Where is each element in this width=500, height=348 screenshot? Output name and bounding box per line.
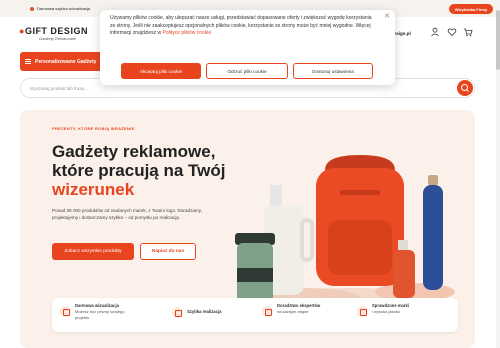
cookie-settings-button[interactable]: Dostosuj ustawienia <box>293 63 373 79</box>
partner-button[interactable]: Wizytówka Firmy <box>449 4 493 14</box>
cookie-message: Używamy plików cookie, aby ulepszać nasz… <box>110 15 372 36</box>
free-visualization-note: Darmowa szybka wizualizacja <box>30 6 90 11</box>
feature-item: Szybka realizacja <box>172 307 222 318</box>
logo-text: GIFT DESIGN <box>24 26 88 36</box>
feature-desc: na każdym etapie <box>277 309 309 314</box>
cookie-settings-label: Dostosuj ustawienia <box>312 68 354 74</box>
visualization-icon <box>60 306 71 317</box>
hero-title-line1: Gadżety reklamowe, <box>52 142 216 161</box>
hero-title-accent: wizerunek <box>52 180 135 199</box>
reject-cookies-label: Odrzuć pliki cookie <box>227 68 267 74</box>
green-cup-image <box>235 233 275 303</box>
feature-title: Szybka realizacja <box>187 309 222 314</box>
logo[interactable]: ●GIFT DESIGN Gadżety Reklamowe <box>19 26 88 41</box>
advisor-icon <box>262 306 273 317</box>
heart-icon[interactable] <box>447 27 457 37</box>
cookie-text: Używamy plików cookie, aby ulepszać nasz… <box>110 15 375 38</box>
contact-us-button[interactable]: Napisz do nas <box>140 243 196 260</box>
hero-title-line2: które pracują na Twój <box>52 161 226 180</box>
categories-button[interactable]: Personalizowane Gadżety <box>20 52 102 71</box>
feature-item: Doradztwo ekspertów na każdym etapie <box>262 303 320 317</box>
blue-bottle-image <box>423 175 443 290</box>
hero-description: Ponad 35 000 produktów od zaufanych mare… <box>52 208 202 220</box>
feature-title: Sprawdzone marki <box>372 303 410 308</box>
logo-tagline: Gadżety Reklamowe <box>39 36 76 41</box>
hero-products-image <box>235 155 455 310</box>
free-visualization-text: Darmowa szybka wizualizacja <box>37 6 91 11</box>
feature-item: Darmowa wizualizacja Możesz być pewny sw… <box>60 303 125 320</box>
brands-icon <box>357 306 368 317</box>
feature-desc: i wysoka jakość <box>372 309 400 314</box>
hero-title: Gadżety reklamowe, które pracują na Twój… <box>52 142 242 199</box>
feature-item: Sprawdzone marki i wysoka jakość <box>357 303 409 317</box>
cookie-banner: Używamy plików cookie, aby ulepszać nasz… <box>100 10 395 85</box>
user-icon[interactable] <box>430 27 440 37</box>
close-icon[interactable]: ✕ <box>383 13 391 21</box>
view-all-products-button[interactable]: Zobacz wszystkie produkty <box>52 243 134 260</box>
hero-kicker: PREZENTY, KTÓRE ROBIĄ WRAŻENIE <box>52 126 135 131</box>
feature-desc: Możesz być pewny swojego projektu <box>75 309 125 320</box>
scrollbar-thumb[interactable] <box>496 10 500 70</box>
cookie-policy-link[interactable]: Polityce plików cookie <box>163 30 212 36</box>
feature-title: Darmowa wizualizacja <box>75 303 119 308</box>
search-placeholder: Wyszukaj produkt lub frazę... <box>30 85 88 91</box>
view-all-products-label: Zobacz wszystkie produkty <box>64 249 122 254</box>
accept-cookies-button[interactable]: Akceptuj pliki cookie <box>121 63 201 79</box>
accept-cookies-label: Akceptuj pliki cookie <box>139 68 183 74</box>
check-icon <box>30 6 34 11</box>
backpack-image <box>316 155 404 286</box>
menu-icon <box>25 59 31 64</box>
feature-title: Doradztwo ekspertów <box>277 303 321 308</box>
cart-icon[interactable] <box>463 27 473 37</box>
reject-cookies-button[interactable]: Odrzuć pliki cookie <box>206 63 288 79</box>
contact-us-label: Napisz do nas <box>151 249 185 254</box>
partner-button-label: Wizytówka Firmy <box>454 6 488 12</box>
search-icon[interactable] <box>457 80 473 96</box>
speed-icon <box>172 307 183 318</box>
categories-button-label: Personalizowane Gadżety <box>35 58 97 65</box>
features-bar: Darmowa wizualizacja Możesz być pewny sw… <box>52 298 458 332</box>
